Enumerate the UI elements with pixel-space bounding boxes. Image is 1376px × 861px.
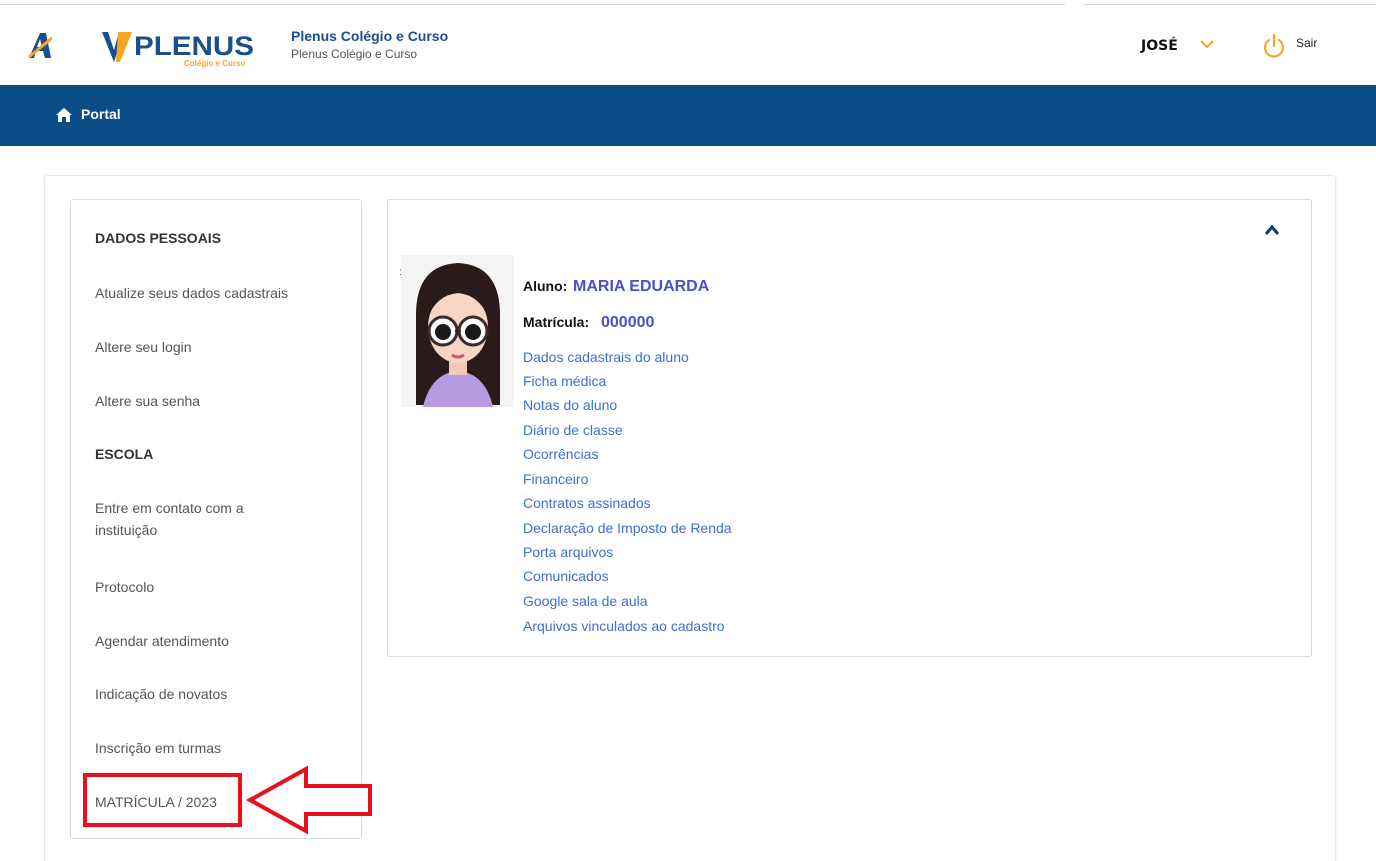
logo-text: PLENUS <box>134 31 254 61</box>
link-google-classroom[interactable]: Google sala de aula <box>523 592 648 610</box>
app-logo-icon[interactable] <box>26 30 54 60</box>
sidebar-item-referral[interactable]: Indicação de novatos <box>95 683 227 705</box>
home-icon[interactable] <box>55 107 73 123</box>
link-medical-record[interactable]: Ficha médica <box>523 372 606 390</box>
link-grades[interactable]: Notas do aluno <box>523 396 617 414</box>
contact-line-1: Entre em contato com a <box>95 500 244 516</box>
link-student-data[interactable]: Dados cadastrais do aluno <box>523 348 689 366</box>
student-label: Aluno: <box>523 278 568 294</box>
chevron-down-icon[interactable] <box>1199 38 1215 50</box>
student-avatar <box>401 255 514 407</box>
annotation-arrow-icon <box>245 765 372 835</box>
sidebar-item-class-signup[interactable]: Inscrição em turmas <box>95 737 221 759</box>
sidebar-item-change-login[interactable]: Altere seu login <box>95 336 192 358</box>
logout-button[interactable]: Sair <box>1296 36 1317 50</box>
user-name[interactable]: JOSÉ <box>1141 38 1178 54</box>
link-signed-contracts[interactable]: Contratos assinados <box>523 494 651 512</box>
brand-block: Plenus Colégio e Curso Plenus Colégio e … <box>291 27 448 63</box>
nav-portal-link[interactable]: Portal <box>81 106 121 122</box>
sidebar-item-contact[interactable]: Entre em contato com a instituição <box>95 497 244 541</box>
header-divider <box>0 4 1065 5</box>
link-tax-statement[interactable]: Declaração de Imposto de Renda <box>523 519 732 537</box>
sidebar-item-update-data[interactable]: Atualize seus dados cadastrais <box>95 282 288 304</box>
contact-line-2: instituição <box>95 522 158 538</box>
annotation-highlight-box <box>83 773 242 827</box>
sidebar-item-change-password[interactable]: Altere sua senha <box>95 390 200 412</box>
power-icon[interactable] <box>1262 33 1286 59</box>
enrollment-number: 000000 <box>601 314 655 331</box>
sidebar-section-school: ESCOLA <box>95 446 154 462</box>
link-class-diary[interactable]: Diário de classe <box>523 421 623 439</box>
link-announcements[interactable]: Comunicados <box>523 567 609 585</box>
chevron-up-icon[interactable] <box>1264 224 1280 236</box>
brand-subtitle: Plenus Colégio e Curso <box>291 47 418 61</box>
top-header: PLENUS Colégio e Curso Plenus Colégio e … <box>0 0 1376 85</box>
plenus-logo[interactable]: PLENUS Colégio e Curso <box>98 24 258 72</box>
brand-title: Plenus Colégio e Curso <box>291 28 449 44</box>
header-divider <box>1083 4 1376 5</box>
sidebar-item-schedule[interactable]: Agendar atendimento <box>95 630 229 652</box>
link-occurrences[interactable]: Ocorrências <box>523 445 598 463</box>
sidebar-section-personal: DADOS PESSOAIS <box>95 230 222 246</box>
logo-subtext: Colégio e Curso <box>184 59 245 68</box>
student-name: MARIA EDUARDA <box>573 278 710 295</box>
link-financial[interactable]: Financeiro <box>523 470 588 488</box>
link-file-holder[interactable]: Porta arquivos <box>523 543 613 561</box>
enrollment-label: Matrícula: <box>523 314 590 330</box>
nav-bar <box>0 85 1376 146</box>
sidebar-item-protocol[interactable]: Protocolo <box>95 576 154 598</box>
link-linked-files[interactable]: Arquivos vinculados ao cadastro <box>523 617 725 635</box>
